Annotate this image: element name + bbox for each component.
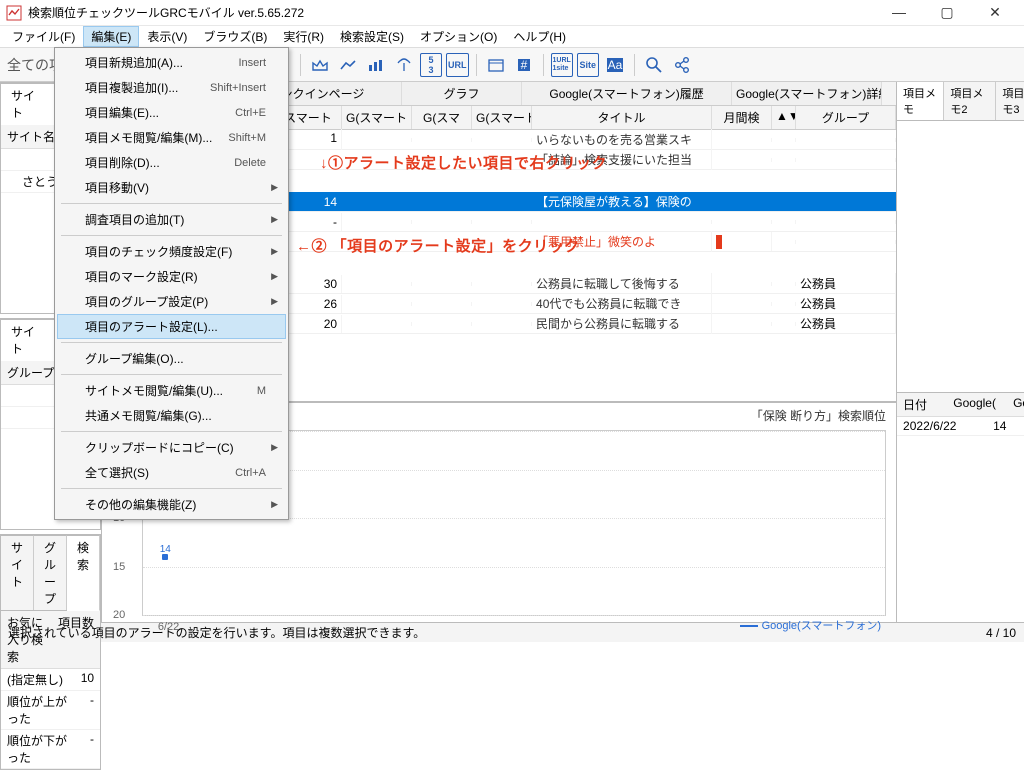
menu-item[interactable]: 項目のマーク設定(R)▶ [57, 264, 286, 289]
tab-fav-search[interactable]: 検索 [67, 535, 100, 611]
fav-row[interactable]: 順位が上がった- [1, 691, 100, 730]
line-chart-icon[interactable] [336, 53, 360, 77]
menu-item[interactable]: 項目新規追加(A)...Insert [57, 50, 286, 75]
svg-text:Aa: Aa [607, 58, 622, 72]
url-icon[interactable]: URL [446, 53, 469, 77]
menu-item[interactable]: グループ編集(O)... [57, 346, 286, 371]
minimize-button[interactable]: — [884, 4, 914, 21]
menubar: ファイル(F) 編集(E) 表示(V) ブラウズ(B) 実行(R) 検索設定(S… [0, 26, 1024, 48]
menu-help[interactable]: ヘルプ(H) [505, 26, 574, 47]
history-header: 日付 Google( Goog [897, 393, 1024, 417]
annotation-2: ←② 「項目のアラート設定」をクリック [296, 235, 580, 256]
menu-file[interactable]: ファイル(F) [4, 26, 83, 47]
fav-panel-tabs: サイト グループ 検索 [1, 535, 100, 611]
status-count: 4 / 10 [986, 626, 1016, 640]
menu-edit[interactable]: 編集(E) [83, 26, 139, 47]
status-text: 選択されている項目のアラートの設定を行います。項目は複数選択できます。 [8, 624, 425, 641]
num-53-icon[interactable]: 53 [420, 53, 442, 77]
maximize-button[interactable]: ▢ [932, 4, 962, 21]
site-icon[interactable]: Site [577, 53, 599, 77]
menu-view[interactable]: 表示(V) [139, 26, 195, 47]
menu-item[interactable]: 全て選択(S)Ctrl+A [57, 460, 286, 485]
tab-memo3[interactable]: 項目メモ3 [996, 82, 1024, 120]
calendar-icon[interactable] [484, 53, 508, 77]
close-button[interactable]: ✕ [980, 4, 1010, 21]
menu-browse[interactable]: ブラウズ(B) [195, 26, 275, 47]
tab-site-2[interactable]: サイト [1, 319, 56, 361]
menu-item[interactable]: サイトメモ閲覧/編集(U)...M [57, 378, 286, 403]
menu-run[interactable]: 実行(R) [275, 26, 332, 47]
menu-search-settings[interactable]: 検索設定(S) [332, 26, 412, 47]
table-row[interactable]: 20民間から公務員に転職する公務員 [232, 314, 896, 334]
menu-options[interactable]: オプション(O) [412, 26, 505, 47]
menu-item[interactable]: 共通メモ閲覧/編集(G)... [57, 403, 286, 428]
tab-memo2[interactable]: 項目メモ2 [944, 82, 996, 120]
menu-item[interactable]: 項目のアラート設定(L)... [57, 314, 286, 339]
window-buttons: — ▢ ✕ [884, 4, 1018, 21]
tab-memo1[interactable]: 項目メモ [897, 82, 944, 120]
table-row[interactable]: 14【元保険屋が教える】保険の [232, 192, 896, 212]
tab-site[interactable]: サイト [1, 83, 56, 125]
table-row[interactable]: - [232, 212, 896, 232]
svg-text:#: # [520, 58, 527, 72]
menu-item[interactable]: 項目のグループ設定(P)▶ [57, 289, 286, 314]
share-icon[interactable] [670, 53, 694, 77]
titlebar: 検索順位チェックツールGRCモバイル ver.5.65.272 — ▢ ✕ [0, 0, 1024, 26]
annotation-1: ↓①アラート設定したい項目で右クリック [320, 152, 607, 173]
menu-item[interactable]: 調査項目の追加(T)▶ [57, 207, 286, 232]
crown-icon[interactable] [308, 53, 332, 77]
fav-row[interactable]: (指定無し)10 [1, 669, 100, 691]
tab-fav-group[interactable]: グループ [34, 535, 67, 610]
table-row[interactable]: 業1いらないものを売る営業スキ [232, 130, 896, 150]
menu-item[interactable]: その他の編集機能(Z)▶ [57, 492, 286, 517]
fav-row[interactable]: 順位が下がった- [1, 730, 100, 769]
app-icon [6, 5, 22, 21]
bar-chart-icon[interactable] [364, 53, 388, 77]
menu-item[interactable]: 項目複製追加(I)...Shift+Insert [57, 75, 286, 100]
right-column: 項目メモ 項目メモ2 項目メモ3 日付 Google( Goog 2022/6/… [896, 82, 1024, 622]
memo-tabs: 項目メモ 項目メモ2 項目メモ3 [897, 82, 1024, 121]
tab-fav-site[interactable]: サイト [1, 535, 34, 610]
menu-item[interactable]: 項目移動(V)▶ [57, 175, 286, 200]
menu-item[interactable]: 項目編集(E)...Ctrl+E [57, 100, 286, 125]
search-icon[interactable] [642, 53, 666, 77]
edit-menu-dropdown: 項目新規追加(A)...Insert項目複製追加(I)...Shift+Inse… [54, 47, 289, 520]
menu-item[interactable]: 項目のチェック頻度設定(F)▶ [57, 239, 286, 264]
history-row[interactable]: 2022/6/22 14 [897, 417, 1024, 436]
window-title: 検索順位チェックツールGRCモバイル ver.5.65.272 [28, 4, 884, 21]
one-url-icon[interactable]: 1URL1site [551, 53, 573, 77]
antenna-icon[interactable] [392, 53, 416, 77]
menu-item[interactable]: クリップボードにコピー(C)▶ [57, 435, 286, 460]
menu-item[interactable]: 項目メモ閲覧/編集(M)...Shift+M [57, 125, 286, 150]
hash-icon[interactable]: # [512, 53, 536, 77]
table-row[interactable]: 2640代でも公務員に転職でき公務員 [232, 294, 896, 314]
table-row[interactable]: 30公務員に転職して後悔する公務員 [232, 274, 896, 294]
menu-item[interactable]: 項目削除(D)...Delete [57, 150, 286, 175]
aa-icon[interactable]: Aa [603, 53, 627, 77]
